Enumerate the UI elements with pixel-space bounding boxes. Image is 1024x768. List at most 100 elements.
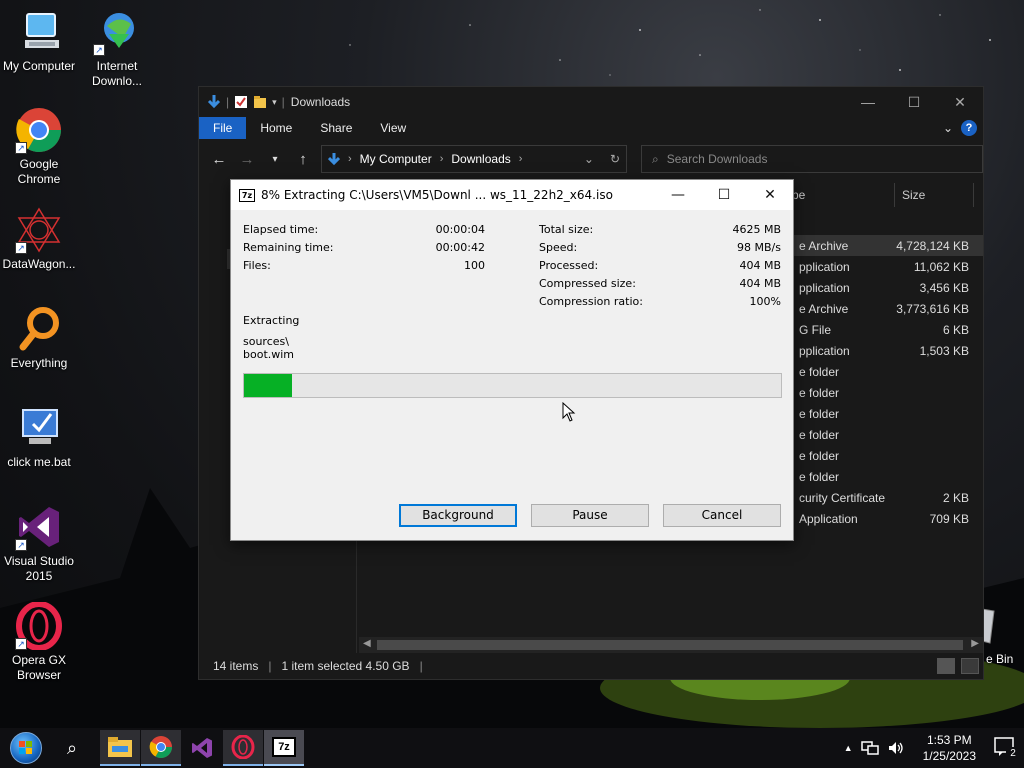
breadcrumb-downloads[interactable]: Downloads: [451, 152, 510, 166]
maximize-button[interactable]: ☐: [891, 94, 937, 111]
scrollbar-thumb[interactable]: [377, 640, 963, 650]
properties-check-icon[interactable]: [234, 95, 248, 109]
dialog-close-button[interactable]: ✕: [747, 187, 793, 203]
tab-file[interactable]: File: [199, 117, 247, 139]
desktop-icon-opera-gx[interactable]: ↗ Opera GX Browser: [0, 601, 78, 683]
back-arrow-icon[interactable]: ←: [209, 151, 229, 168]
file-type: curity Certificate: [799, 491, 886, 505]
details-view-icon[interactable]: [937, 658, 955, 674]
tab-share[interactable]: Share: [306, 117, 366, 139]
cancel-button[interactable]: Cancel: [663, 504, 781, 527]
start-button[interactable]: [0, 728, 52, 768]
taskbar-chrome[interactable]: [141, 730, 181, 766]
search-input[interactable]: ⌕ Search Downloads: [641, 145, 983, 173]
column-header-type[interactable]: pe: [792, 188, 805, 202]
breadcrumb-separator-icon: ›: [348, 153, 352, 165]
desktop-icon-google-chrome[interactable]: ↗ Google Chrome: [0, 106, 78, 187]
file-type: e Archive: [799, 239, 849, 253]
operation-label: Extracting: [243, 314, 300, 327]
forward-arrow-icon[interactable]: →: [237, 151, 257, 168]
extraction-progress-dialog[interactable]: 7z 8% Extracting C:\Users\VM5\Downl ... …: [230, 179, 794, 541]
address-dropdown-icon[interactable]: ⌄: [584, 152, 594, 166]
horizontal-scrollbar[interactable]: ◀ ▶: [359, 637, 983, 653]
clock[interactable]: 1:53 PM 1/25/2023: [923, 732, 976, 764]
recent-locations-chevron-icon[interactable]: ▾: [265, 154, 285, 165]
files-label: Files:: [243, 259, 271, 272]
file-size: 3,773,616 KB: [896, 302, 969, 316]
navigation-bar: ← → ▾ ↑ › My Computer › Downloads › ⌄ ↻ …: [199, 139, 983, 179]
scroll-right-icon[interactable]: ▶: [971, 638, 979, 649]
file-size: 4,728,124 KB: [896, 239, 969, 253]
taskbar-7zip[interactable]: 7z: [264, 730, 304, 766]
desktop-icon-label: Internet Downlo...: [91, 59, 143, 88]
opera-gx-icon: ↗: [15, 601, 63, 651]
scroll-left-icon[interactable]: ◀: [363, 638, 371, 649]
elapsed-time-label: Elapsed time:: [243, 223, 319, 236]
close-button[interactable]: ✕: [937, 94, 983, 111]
system-tray: ▲ 1:53 PM 1/25/2023 2: [844, 732, 1024, 764]
network-icon[interactable]: [860, 740, 879, 756]
status-item-count: 14 items: [213, 659, 259, 673]
desktop-icon-datawagon[interactable]: ↗ DataWagon...: [0, 206, 78, 272]
column-header-size[interactable]: Size: [902, 188, 925, 202]
desktop-icon-label: DataWagon...: [2, 257, 76, 271]
status-bar: 14 items | 1 item selected 4.50 GB |: [199, 653, 983, 679]
current-file: boot.wim: [243, 348, 295, 361]
taskbar-file-explorer[interactable]: [100, 730, 140, 766]
address-bar[interactable]: › My Computer › Downloads › ⌄ ↻: [321, 145, 627, 173]
progress-fill: [244, 374, 293, 397]
processed-value: 404 MB: [739, 259, 781, 272]
downloads-folder-icon: [328, 153, 340, 166]
chrome-icon: ↗: [15, 106, 63, 154]
desktop-icon-visual-studio[interactable]: ↗ Visual Studio 2015: [0, 503, 78, 584]
download-arrow-icon: [207, 95, 221, 109]
show-hidden-icons-icon[interactable]: ▲: [844, 743, 853, 753]
action-center-button[interactable]: 2: [994, 737, 1020, 761]
desktop-icon-everything[interactable]: Everything: [0, 305, 78, 371]
elapsed-time-value: 00:00:04: [435, 223, 485, 236]
taskbar-opera-gx[interactable]: [223, 730, 263, 766]
dialog-title-bar[interactable]: 7z 8% Extracting C:\Users\VM5\Downl ... …: [231, 180, 793, 210]
breadcrumb-separator-icon[interactable]: ›: [519, 153, 523, 165]
breadcrumb-my-computer[interactable]: My Computer: [360, 152, 432, 166]
file-type: pplication: [799, 281, 850, 295]
up-arrow-icon[interactable]: ↑: [293, 151, 313, 168]
taskbar-search-button[interactable]: ⌕: [52, 730, 92, 766]
tab-home[interactable]: Home: [246, 117, 306, 139]
desktop-icon-click-me-bat[interactable]: click me.bat: [0, 404, 78, 470]
breadcrumb-separator-icon[interactable]: ›: [440, 153, 444, 165]
tab-view[interactable]: View: [366, 117, 420, 139]
file-type: G File: [799, 323, 832, 337]
pause-button[interactable]: Pause: [531, 504, 649, 527]
shortcut-arrow-icon: ↗: [15, 539, 27, 551]
dialog-minimize-button[interactable]: —: [655, 187, 701, 203]
file-size: 11,062 KB: [913, 260, 969, 274]
quick-access-dropdown-icon[interactable]: ▾: [272, 97, 277, 108]
compression-ratio-label: Compression ratio:: [539, 295, 643, 308]
column-divider[interactable]: [894, 183, 895, 207]
desktop-icon-my-computer[interactable]: My Computer: [0, 8, 78, 74]
shortcut-arrow-icon: ↗: [15, 242, 27, 254]
file-type: e Archive: [799, 302, 849, 316]
recycle-bin-label[interactable]: e Bin: [986, 652, 1013, 666]
chrome-icon: [149, 736, 172, 758]
explorer-title-bar[interactable]: | ▾ | Downloads — ☐ ✕: [199, 87, 983, 117]
help-icon[interactable]: ?: [961, 120, 977, 136]
volume-icon[interactable]: [887, 740, 905, 756]
file-type: e folder: [799, 386, 840, 400]
desktop-icon-internet-download-manager[interactable]: ↗ Internet Downlo...: [78, 8, 156, 89]
refresh-icon[interactable]: ↻: [610, 152, 620, 166]
taskbar-visual-studio[interactable]: [182, 730, 222, 766]
current-path: sources\: [243, 335, 289, 348]
column-divider[interactable]: [973, 183, 974, 207]
search-icon: ⌕: [66, 737, 78, 758]
minimize-button[interactable]: —: [845, 94, 891, 111]
file-type: Application: [799, 512, 858, 526]
idm-icon: ↗: [93, 8, 141, 56]
large-icons-view-icon[interactable]: [961, 658, 979, 674]
ribbon-expand-icon[interactable]: ⌄: [943, 121, 953, 135]
dialog-maximize-button[interactable]: ☐: [701, 187, 747, 203]
background-button[interactable]: Background: [399, 504, 517, 527]
new-folder-icon[interactable]: [253, 95, 267, 109]
processed-label: Processed:: [539, 259, 599, 272]
